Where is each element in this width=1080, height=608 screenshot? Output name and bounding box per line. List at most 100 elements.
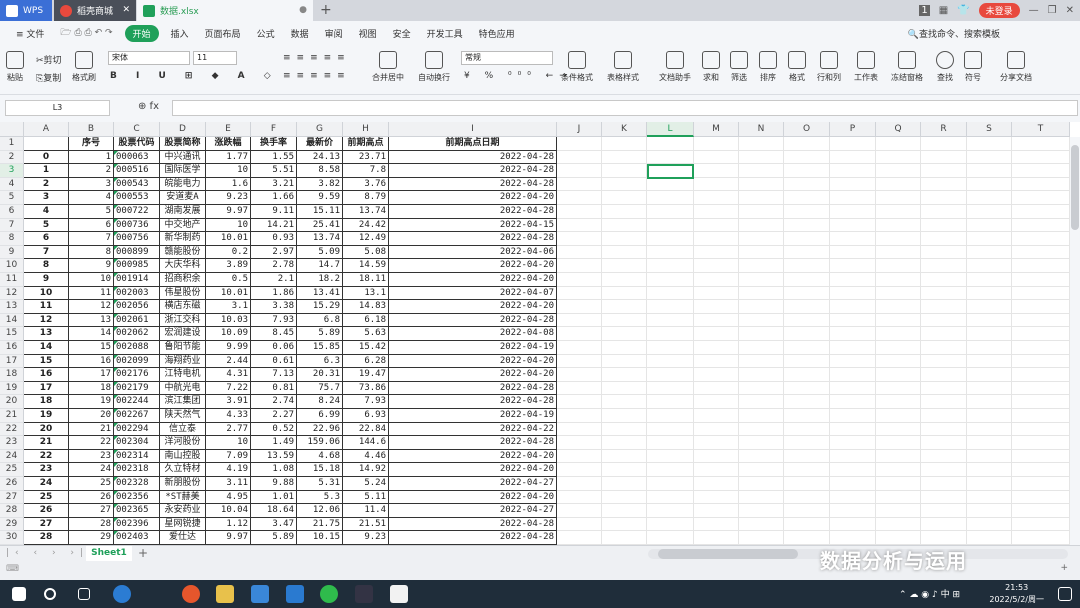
cell[interactable] [876, 218, 921, 233]
cell[interactable]: 宏润建设 [160, 327, 206, 341]
row-header[interactable]: 15 [0, 327, 24, 341]
column-header-r[interactable]: R [921, 122, 967, 137]
column-header-q[interactable]: Q [876, 122, 921, 137]
cell[interactable] [784, 232, 830, 246]
cell[interactable]: 5.11 [343, 490, 389, 505]
search-command[interactable]: 🔍查找命令、搜索模板 [908, 27, 1000, 40]
cell[interactable]: 安道麦A [160, 191, 206, 205]
sheet-tab[interactable]: Sheet1 [86, 546, 132, 561]
login-button[interactable]: 未登录 [978, 3, 1020, 18]
cell[interactable]: 3.11 [206, 477, 251, 491]
cell[interactable]: 0.61 [251, 354, 297, 369]
cell[interactable] [557, 273, 602, 287]
cell[interactable] [602, 449, 647, 464]
cell[interactable]: 中航光电 [160, 381, 206, 396]
cell[interactable] [602, 409, 647, 423]
cell[interactable] [921, 245, 967, 260]
cell[interactable]: 6.99 [297, 409, 343, 423]
cell[interactable] [967, 191, 1012, 205]
cell[interactable] [694, 381, 739, 396]
cell[interactable]: 大庆华科 [160, 259, 206, 273]
cell[interactable]: 10.01 [206, 286, 251, 301]
cell[interactable] [1012, 409, 1070, 423]
row-header[interactable]: 17 [0, 354, 24, 369]
cell[interactable]: 爱仕达 [160, 531, 206, 545]
cell[interactable] [1012, 286, 1070, 301]
menu-home[interactable]: 开始 [124, 24, 159, 42]
cell[interactable]: 9.11 [251, 205, 297, 219]
cell[interactable] [876, 504, 921, 518]
cell[interactable]: 6 [24, 232, 69, 246]
cell[interactable]: 25 [24, 490, 69, 505]
cell[interactable]: 2022-04-19 [389, 341, 557, 355]
cell[interactable] [647, 517, 694, 532]
cell[interactable] [784, 381, 830, 396]
cell[interactable]: 6.3 [297, 354, 343, 369]
cell[interactable]: 2022-04-28 [389, 150, 557, 165]
cell[interactable]: 2022-04-28 [389, 177, 557, 192]
cell[interactable]: 0.2 [206, 245, 251, 260]
cell[interactable] [1012, 327, 1070, 341]
column-header-h[interactable]: H [343, 122, 389, 137]
find-button[interactable]: 查找 [936, 51, 954, 83]
cell[interactable]: 4.19 [206, 463, 251, 477]
cell[interactable] [694, 205, 739, 219]
cell[interactable] [784, 137, 830, 151]
cell[interactable]: 9.59 [297, 191, 343, 205]
cell[interactable] [694, 409, 739, 423]
cell[interactable] [1012, 341, 1070, 355]
cell[interactable] [647, 395, 694, 409]
cell[interactable] [694, 300, 739, 314]
cell[interactable] [1012, 463, 1070, 477]
cell[interactable] [694, 531, 739, 545]
freeze-panes-button[interactable]: 冻结窗格 [891, 51, 923, 83]
cell[interactable]: 10.03 [206, 313, 251, 328]
cell[interactable]: 横店东磁 [160, 300, 206, 314]
cell[interactable] [830, 245, 876, 260]
cell[interactable] [647, 245, 694, 260]
cell[interactable] [784, 422, 830, 437]
cell[interactable] [784, 490, 830, 505]
cell[interactable] [24, 137, 69, 151]
cell[interactable] [830, 273, 876, 287]
cell[interactable]: 2022-04-20 [389, 449, 557, 464]
cell[interactable] [647, 327, 694, 341]
system-tray[interactable]: ⌃ ☁ ◉ ♪ 中 ⊞ [899, 587, 960, 600]
cell[interactable] [876, 150, 921, 165]
notification-icon[interactable] [1058, 587, 1072, 601]
cell[interactable]: 2.78 [251, 259, 297, 273]
cell[interactable] [784, 313, 830, 328]
cell[interactable]: 15.11 [297, 205, 343, 219]
cell[interactable] [557, 463, 602, 477]
cell[interactable]: 10.01 [206, 232, 251, 246]
cell[interactable] [921, 477, 967, 491]
cell[interactable] [557, 218, 602, 233]
cell[interactable]: 2 [69, 164, 114, 178]
cell[interactable]: 144.6 [343, 436, 389, 450]
cell[interactable] [647, 531, 694, 545]
cell[interactable] [830, 477, 876, 491]
cell[interactable]: 2.1 [251, 273, 297, 287]
cell[interactable]: 002396 [114, 517, 160, 532]
cell[interactable] [921, 490, 967, 505]
cell[interactable]: 002314 [114, 449, 160, 464]
cell[interactable] [557, 245, 602, 260]
cell[interactable]: 4.95 [206, 490, 251, 505]
cell[interactable]: 002099 [114, 354, 160, 369]
cell[interactable] [1012, 137, 1070, 151]
cell[interactable]: 002061 [114, 313, 160, 328]
cell[interactable]: 9 [24, 273, 69, 287]
cell[interactable] [830, 368, 876, 382]
fx-icon[interactable]: ⊕ fx [138, 101, 159, 112]
cell[interactable] [967, 477, 1012, 491]
cell[interactable]: 002328 [114, 477, 160, 491]
cell[interactable] [967, 381, 1012, 396]
cell[interactable]: 2.44 [206, 354, 251, 369]
cell[interactable] [876, 341, 921, 355]
cell[interactable] [557, 191, 602, 205]
cell[interactable] [784, 449, 830, 464]
cell[interactable]: 伟星股份 [160, 286, 206, 301]
cell[interactable]: 中兴通讯 [160, 150, 206, 165]
cell[interactable]: 2022-04-28 [389, 381, 557, 396]
cell[interactable] [876, 300, 921, 314]
